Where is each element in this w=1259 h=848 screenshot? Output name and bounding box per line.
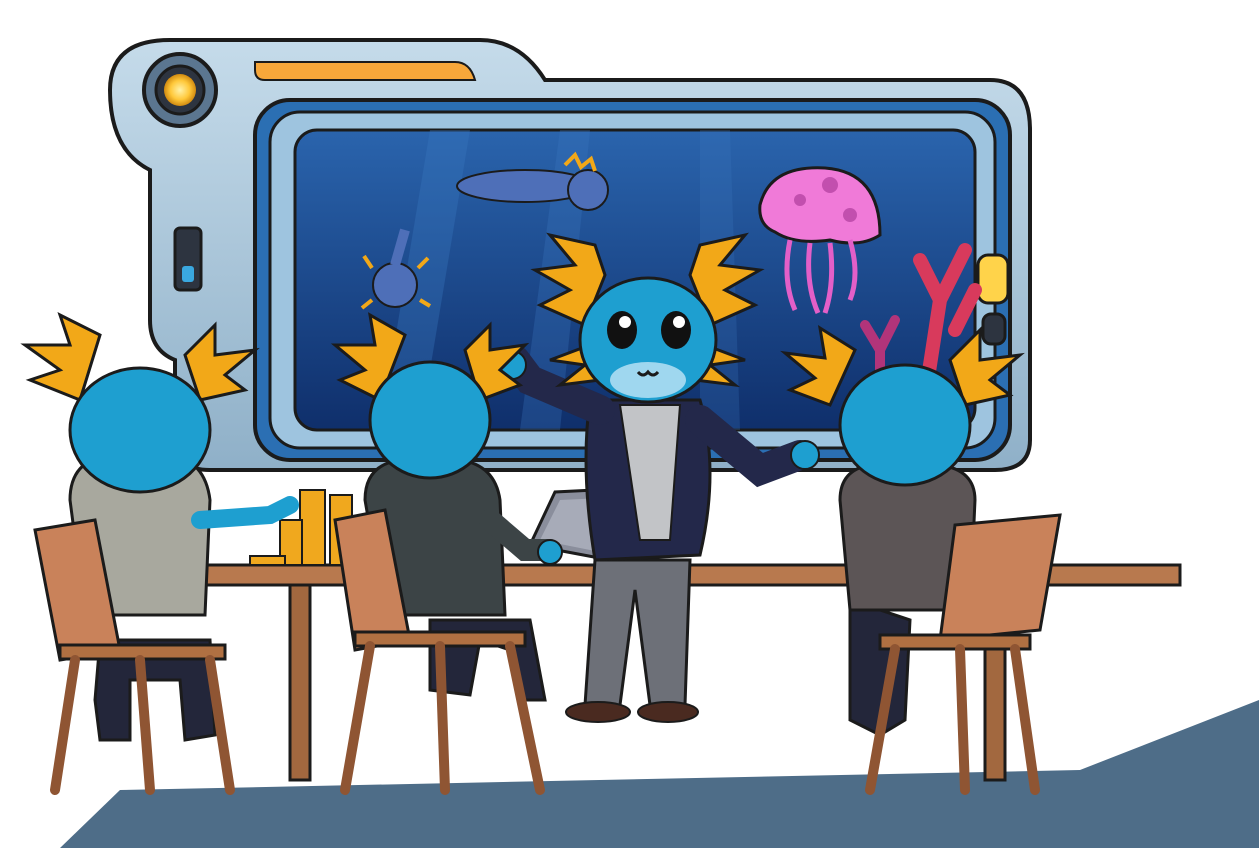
indicator-light-icon [142,52,218,128]
status-light-icon [976,253,1010,346]
meeting-scene [20,38,1259,848]
toggle-switch-icon [173,226,203,292]
